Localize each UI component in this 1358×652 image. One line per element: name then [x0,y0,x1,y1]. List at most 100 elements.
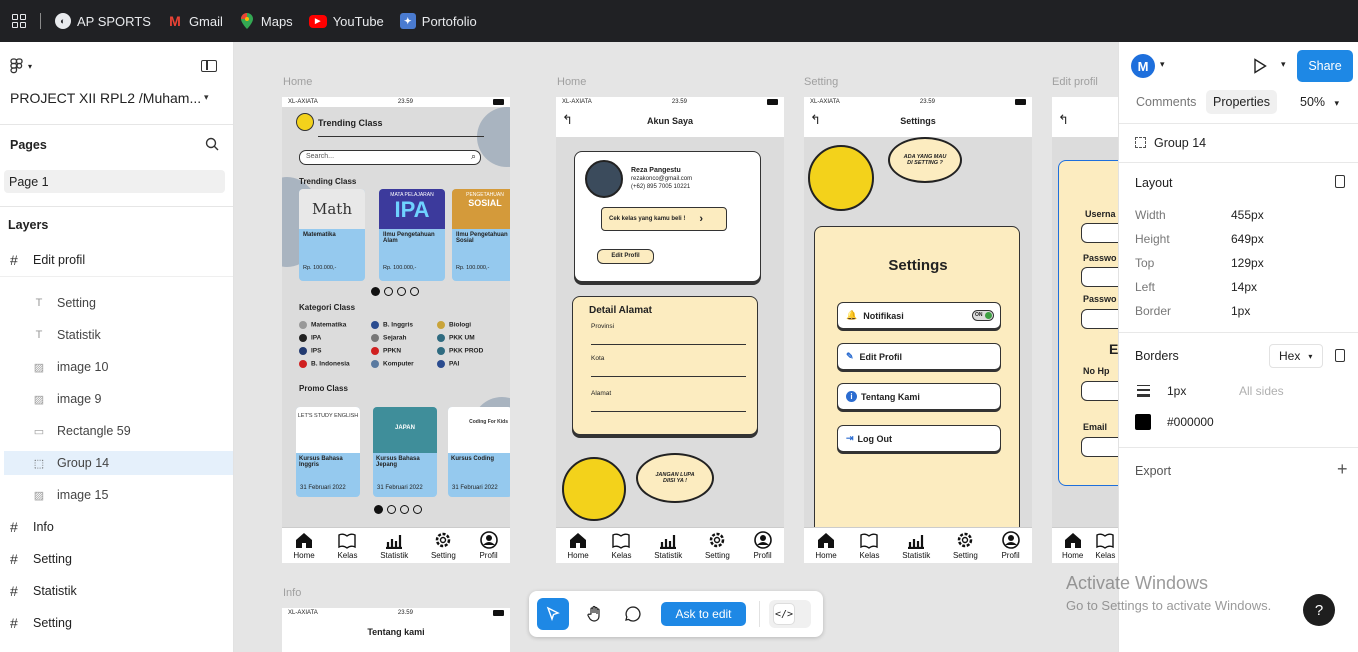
kategori-item[interactable]: IPA [299,334,371,342]
left-value[interactable]: 14px [1231,280,1257,294]
username-input[interactable] [1081,223,1118,243]
border-sides[interactable]: All sides [1239,384,1284,398]
carousel-dots[interactable] [371,287,419,296]
search-input[interactable]: Search... ⌕ [299,150,481,165]
border-color-value[interactable]: #000000 [1167,415,1214,429]
field-kota[interactable]: Kota [591,355,746,377]
width-value[interactable]: 455px [1231,208,1264,222]
dot[interactable] [387,505,396,514]
frame-label-info[interactable]: Info [283,587,301,599]
kategori-item[interactable]: PPKN [371,347,437,355]
figma-menu-button[interactable]: ▾ [10,58,32,74]
border-width-value[interactable]: 1px [1167,384,1186,398]
layer-frame-setting[interactable]: # Setting [0,547,233,571]
dot[interactable] [400,505,409,514]
layer-image-15[interactable]: ▨ image 15 [0,483,233,507]
avatar[interactable]: M [1131,54,1155,78]
help-button[interactable]: ? [1303,594,1335,626]
promo-card[interactable]: JAPAN Kursus Bahasa Jepang 31 Februari 2… [373,407,437,497]
dot[interactable] [384,287,393,296]
nav-home[interactable]: Home [1062,531,1083,560]
nav-profil[interactable]: Profil [753,531,773,560]
promo-card[interactable]: Coding For Kids Kursus Coding 31 Februar… [448,407,510,497]
layer-text-statistik[interactable]: T Statistik [0,323,233,347]
dev-mode-toggle[interactable]: </> [769,600,811,628]
nav-kelas[interactable]: Kelas [859,531,879,560]
email-input[interactable] [1081,437,1118,457]
nav-kelas[interactable]: Kelas [1095,531,1115,560]
dot[interactable] [413,505,422,514]
play-icon[interactable] [1253,58,1267,74]
move-tool-button[interactable] [537,598,569,630]
chevron-down-icon[interactable]: ▾ [1160,59,1165,70]
kategori-item[interactable]: Komputer [371,360,437,368]
toggle-switch[interactable]: ON [972,310,994,321]
plus-icon[interactable]: + [1337,459,1348,480]
nav-statistik[interactable]: Statistik [902,531,930,560]
kategori-item[interactable]: PKK PROD [437,347,499,355]
layer-frame-setting-2[interactable]: # Setting [0,611,233,635]
kategori-item[interactable]: Matematika [299,321,371,329]
color-mode-select[interactable]: Hex ▾ [1269,344,1323,368]
bookmark-gmail[interactable]: M Gmail [167,13,223,29]
layer-text-setting[interactable]: T Setting [0,291,233,315]
apps-grid-icon[interactable] [12,14,26,28]
field-alamat[interactable]: Alamat [591,390,746,412]
nav-home[interactable]: Home [293,531,315,560]
layer-frame-edit-profil[interactable]: # Edit profil [0,248,233,272]
dot-active[interactable] [374,505,383,514]
bookmark-ap-sports[interactable]: ◐ AP SPORTS [55,13,151,29]
back-arrow-icon[interactable]: ↰ [1058,112,1069,128]
dot[interactable] [397,287,406,296]
group-14-selected[interactable]: Userna Passwo Passwo E No Hp Email [1058,160,1118,486]
kategori-item[interactable]: IPS [299,347,371,355]
chevron-down-icon[interactable]: ▾ [204,92,209,103]
nav-setting[interactable]: Setting [953,531,978,560]
trending-card[interactable]: Math Matematika Rp. 100.000,- [299,189,365,281]
search-icon[interactable] [205,137,219,151]
layer-group-14-selected[interactable]: ⬚ Group 14 [4,451,233,475]
nav-kelas[interactable]: Kelas [611,531,631,560]
layer-image-10[interactable]: ▨ image 10 [0,355,233,379]
tab-properties[interactable]: Properties [1206,90,1277,114]
dot[interactable] [410,287,419,296]
nav-home[interactable]: Home [567,531,589,560]
kategori-item[interactable]: B. Inggris [371,321,437,329]
border-color-swatch[interactable] [1135,414,1151,430]
promo-dots[interactable] [374,505,422,514]
nav-home[interactable]: Home [815,531,837,560]
promo-card[interactable]: LET'S STUDY ENGLISH Kursus Bahasa Inggri… [296,407,360,497]
sidebar-toggle-icon[interactable] [201,60,217,72]
zoom-selector[interactable]: 50% ▾ [1300,95,1339,109]
setting-tentang-kami[interactable]: i Tentang Kami [837,383,1001,410]
bookmark-maps[interactable]: Maps [239,13,293,29]
page-item-page-1[interactable]: Page 1 [4,170,225,193]
height-value[interactable]: 649px [1231,232,1264,246]
bookmark-portofolio[interactable]: ✦ Portofolio [399,13,477,29]
akun-frame[interactable]: XL-AXIATA 23.59 ↰ Akun Saya Reza Pangest… [556,97,784,563]
frame-label-setting[interactable]: Setting [804,76,838,88]
bookmark-youtube[interactable]: ▶ YouTube [308,14,384,29]
password-confirm-input[interactable] [1081,309,1118,329]
nav-setting[interactable]: Setting [431,531,456,560]
border-value[interactable]: 1px [1231,304,1250,318]
kategori-item[interactable]: PAI [437,360,499,368]
field-provinsi[interactable]: Provinsi [591,323,746,345]
kategori-item[interactable]: Sejarah [371,334,437,342]
info-frame[interactable]: XL-AXIATA 23.59 Tentang kami [282,608,510,652]
setting-edit-profil[interactable]: ✎ Edit Profil [837,343,1001,370]
design-canvas[interactable]: Home Home Setting Edit profil Info XL-AX… [234,42,1118,652]
share-button[interactable]: Share [1297,50,1353,82]
layer-frame-info[interactable]: # Info [0,515,233,539]
nav-profil[interactable]: Profil [479,531,499,560]
top-value[interactable]: 129px [1231,256,1264,270]
setting-frame[interactable]: XL-AXIATA 23.59 ↰ Settings ADA YANG MAU … [804,97,1032,563]
edit-profil-button[interactable]: Edit Profil [597,249,654,264]
nav-statistik[interactable]: Statistik [380,531,408,560]
nav-kelas[interactable]: Kelas [337,531,357,560]
chevron-down-icon[interactable]: ▾ [1281,59,1286,70]
nav-statistik[interactable]: Statistik [654,531,682,560]
kategori-item[interactable]: Biologi [437,321,499,329]
setting-log-out[interactable]: ⇥ Log Out [837,425,1001,452]
ask-to-edit-button[interactable]: Ask to edit [661,602,746,626]
